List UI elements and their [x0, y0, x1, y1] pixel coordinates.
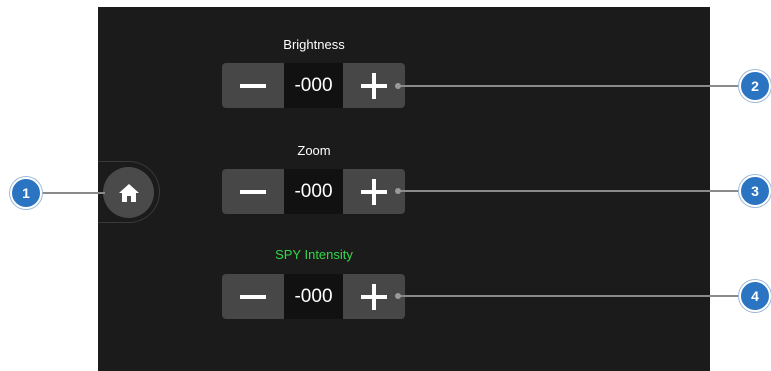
callout-badge-4: 4 — [739, 280, 771, 312]
callout-badge-2: 2 — [739, 70, 771, 102]
callout-anchor-4 — [395, 293, 401, 299]
callout-badge-1: 1 — [10, 177, 42, 209]
callout-leader-lines — [41, 83, 741, 299]
callout-anchor-2 — [395, 83, 401, 89]
callout-anchor-3 — [395, 188, 401, 194]
callout-badge-3: 3 — [739, 175, 771, 207]
